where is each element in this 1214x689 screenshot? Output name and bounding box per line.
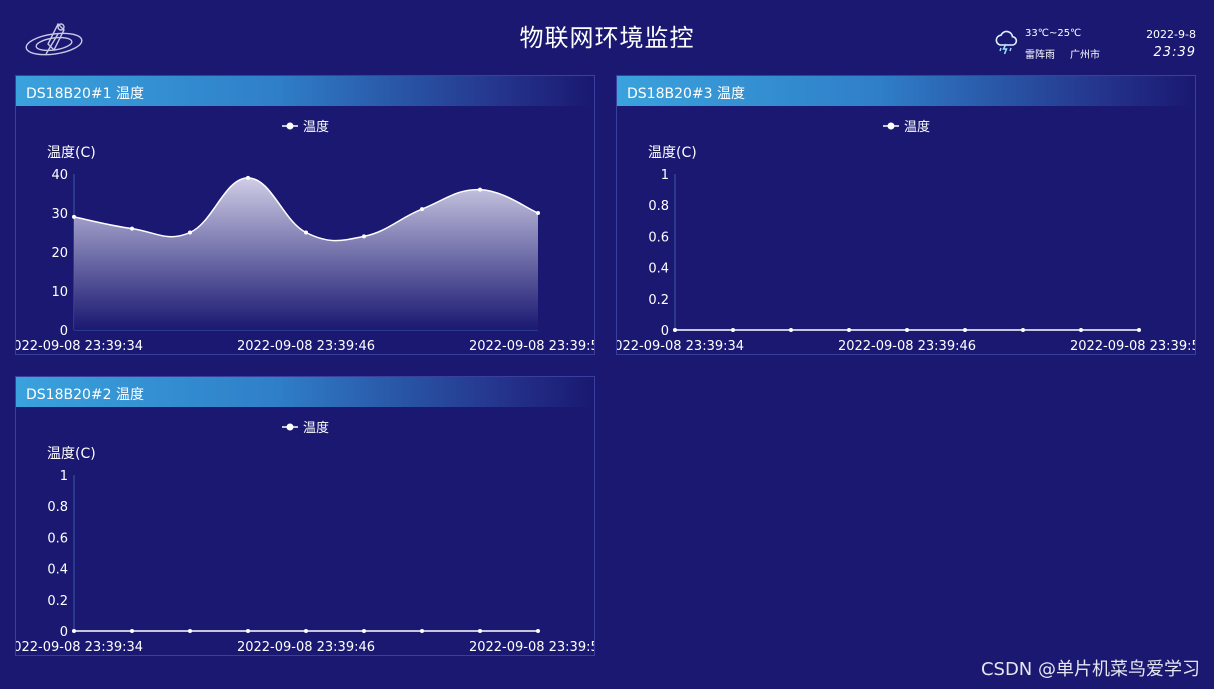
data-point	[420, 629, 424, 633]
panel-sensor-3: DS18B20#3 温度 温度温度(C) 0 0.2 0.4 0.6 0.8 1 2022-0…	[616, 75, 1196, 355]
x-tick-label: 2022-09-08 23:39:58	[469, 640, 594, 655]
data-point	[72, 214, 76, 219]
y-tick-label: 0.6	[47, 531, 68, 546]
y-tick-label: 0	[60, 324, 68, 339]
y-tick-label: 20	[51, 246, 68, 261]
y-tick-label: 40	[51, 168, 68, 183]
legend-label: 温度	[904, 119, 930, 135]
weather-widget: 33℃~25℃ 雷阵雨 广州市	[994, 28, 1114, 62]
data-point	[905, 328, 909, 332]
y-tick-label: 10	[51, 285, 68, 300]
panel-header: DS18B20#3 温度	[617, 76, 1195, 106]
panel-sensor-1: DS18B20#1 温度 温度温度(C) 0 10 20 30 40 2022-09-08 …	[15, 75, 595, 355]
current-time: 23:39	[1153, 45, 1196, 60]
y-tick-label: 0	[661, 324, 669, 339]
data-point	[420, 207, 424, 212]
data-point	[246, 175, 250, 180]
data-point	[130, 629, 134, 633]
y-tick-label: 0.2	[47, 594, 68, 609]
data-point	[304, 629, 308, 633]
data-point	[1079, 328, 1083, 332]
data-point	[1137, 328, 1141, 332]
y-tick-label: 1	[661, 168, 669, 183]
y-axis-label: 温度(C)	[47, 145, 96, 161]
watermark: CSDN @单片机菜鸟爱学习	[980, 659, 1200, 680]
legend-marker	[286, 122, 294, 130]
data-point	[963, 328, 967, 332]
data-point	[130, 226, 134, 231]
data-point	[304, 230, 308, 235]
data-point	[362, 234, 366, 239]
legend-label: 温度	[303, 119, 329, 135]
x-tick-label: 2022-09-08 23:39:58	[1070, 339, 1195, 354]
x-tick-label: 2022-09-08 23:39:46	[237, 640, 375, 655]
y-tick-label: 0	[60, 625, 68, 640]
data-point	[246, 629, 250, 633]
x-tick-label: 2022-09-08 23:39:34	[16, 640, 143, 655]
chart-legend: 温度	[282, 420, 329, 436]
y-tick-label: 0.4	[648, 262, 669, 277]
data-point	[789, 328, 793, 332]
data-point	[362, 629, 366, 633]
y-tick-label: 30	[51, 207, 68, 222]
data-point	[188, 230, 192, 235]
y-axis-label: 温度(C)	[648, 145, 697, 161]
x-tick-label: 2022-09-08 23:39:46	[237, 339, 375, 354]
temperature-chart-1: 温度温度(C) 0 10 20 30 40 2022-09-08 23:39:34 2022-…	[16, 119, 594, 354]
data-point	[536, 629, 540, 633]
data-point	[536, 211, 540, 215]
data-point	[731, 328, 735, 332]
weather-temperature: 33℃~25℃	[1025, 28, 1082, 39]
weather-description: 雷阵雨	[1025, 50, 1055, 61]
thunderstorm-icon	[995, 30, 1018, 55]
data-point	[847, 328, 851, 332]
temperature-chart-2: 温度温度(C) 0 0.2 0.4 0.6 0.8 1 2022-09-08 23:39:34…	[16, 420, 594, 655]
data-point	[478, 629, 482, 633]
panel-header: DS18B20#1 温度	[16, 76, 594, 106]
y-tick-label: 0.2	[648, 293, 669, 308]
x-tick-label: 2022-09-08 23:39:46	[838, 339, 976, 354]
y-tick-label: 1	[60, 469, 68, 484]
panel-title: DS18B20#2 温度	[26, 387, 144, 403]
y-tick-label: 0.8	[648, 199, 669, 214]
y-tick-label: 0.8	[47, 500, 68, 515]
panel-header: DS18B20#2 温度	[16, 377, 594, 407]
y-axis-label: 温度(C)	[47, 446, 96, 462]
chart-legend: 温度	[282, 119, 329, 135]
weather-city: 广州市	[1070, 50, 1100, 61]
legend-marker	[887, 122, 895, 130]
chart-legend: 温度	[883, 119, 930, 135]
current-date: 2022-9-8	[1146, 28, 1196, 41]
data-point	[673, 328, 677, 332]
panel-title: DS18B20#3 温度	[627, 86, 745, 102]
series-area	[74, 177, 538, 330]
data-point	[1021, 328, 1025, 332]
x-tick-label: 2022-09-08 23:39:34	[16, 339, 143, 354]
data-point	[188, 629, 192, 633]
legend-label: 温度	[303, 420, 329, 436]
y-tick-label: 0.6	[648, 230, 669, 245]
data-point	[72, 629, 76, 633]
panel-sensor-2: DS18B20#2 温度 温度温度(C) 0 0.2 0.4 0.6 0.8 1 2022-0…	[15, 376, 595, 656]
data-point	[478, 187, 482, 192]
x-tick-label: 2022-09-08 23:39:58	[469, 339, 594, 354]
x-tick-label: 2022-09-08 23:39:34	[617, 339, 744, 354]
temperature-chart-3: 温度温度(C) 0 0.2 0.4 0.6 0.8 1 2022-09-08 23:39:34…	[617, 119, 1195, 354]
panel-title: DS18B20#1 温度	[26, 86, 144, 102]
y-tick-label: 0.4	[47, 563, 68, 578]
legend-marker	[286, 423, 294, 431]
header: 物联网环境监控 33℃~25℃ 雷阵雨 广州市 2022-9-8 23:39	[0, 0, 1214, 72]
